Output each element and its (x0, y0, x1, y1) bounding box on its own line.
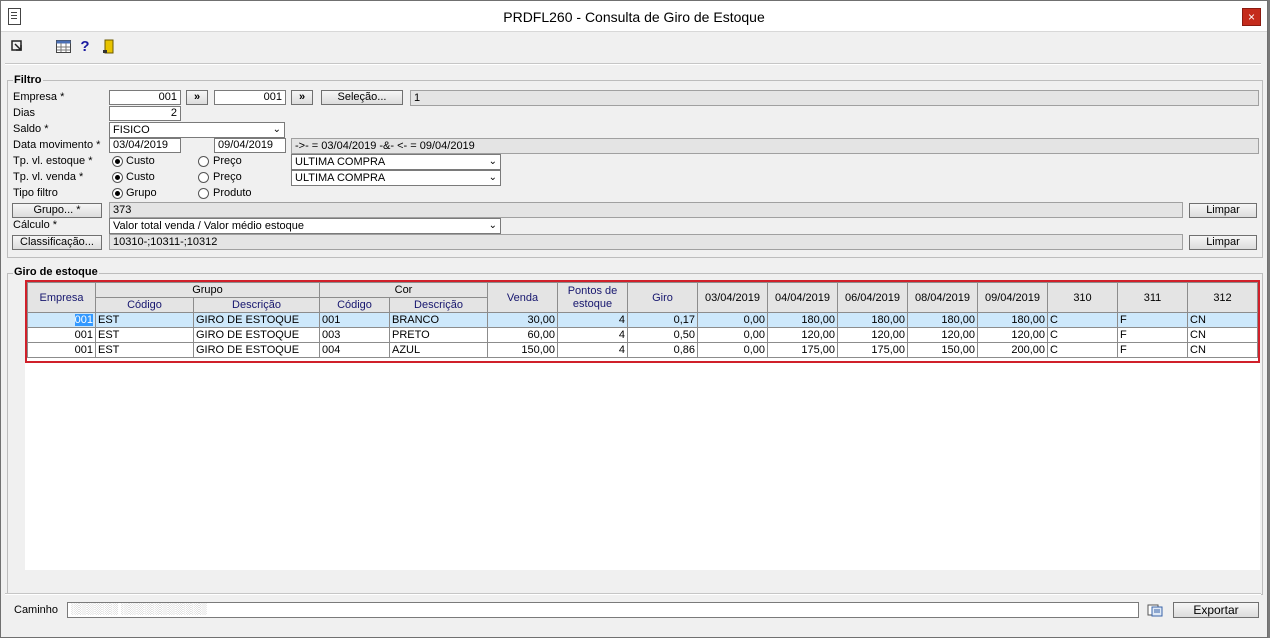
help-icon[interactable]: ? (77, 38, 93, 55)
main-window: PRDFL260 - Consulta de Giro de Estoque ×… (0, 0, 1268, 638)
calculo-label: Cálculo * (13, 219, 58, 231)
classificacao-button[interactable]: Classificação... (12, 235, 102, 250)
selecao-button[interactable]: Seleção... (321, 90, 403, 105)
tp-estoque-label: Tp. vl. estoque * (13, 155, 93, 167)
caminho-input[interactable]: ░░░░░░ ░░░░░░░░░░░ (67, 602, 1139, 618)
window-title: PRDFL260 - Consulta de Giro de Estoque (503, 9, 765, 25)
tipo-filtro-grupo-radio[interactable] (112, 188, 123, 199)
chevron-down-icon: ⌄ (488, 220, 497, 231)
tp-venda-custo-radio[interactable] (112, 172, 123, 183)
dias-label: Dias (13, 107, 36, 119)
tp-estoque-select[interactable]: ULTIMA COMPRA ⌄ (291, 154, 501, 170)
caminho-label: Caminho (14, 604, 59, 616)
calculo-select[interactable]: Valor total venda / Valor médio estoque … (109, 218, 501, 234)
tipo-filtro-grupo-label: Grupo (126, 187, 157, 199)
grid-icon[interactable] (55, 38, 71, 54)
browse-folder-icon[interactable] (1147, 602, 1163, 618)
tipo-filtro-produto-radio[interactable] (198, 188, 209, 199)
dias-input[interactable]: 2 (109, 106, 181, 121)
selecao-value: 1 (410, 90, 1259, 106)
toolbar-separator (5, 63, 1261, 65)
tp-estoque-custo-radio[interactable] (112, 156, 123, 167)
close-button[interactable]: × (1242, 8, 1261, 26)
tp-estoque-select-value: ULTIMA COMPRA (295, 156, 386, 168)
footer-separator (5, 593, 1261, 595)
grupo-value: 373 (109, 202, 1183, 218)
chevron-down-icon: ⌄ (488, 156, 497, 167)
tp-venda-select[interactable]: ULTIMA COMPRA ⌄ (291, 170, 501, 186)
highlight-frame (25, 280, 1260, 363)
tp-venda-preco-radio[interactable] (198, 172, 209, 183)
chevron-down-icon: ⌄ (272, 124, 281, 135)
tipo-filtro-label: Tipo filtro (13, 187, 58, 199)
exit-icon[interactable] (9, 38, 25, 54)
tp-estoque-preco-radio[interactable] (198, 156, 209, 167)
chevron-down-icon: ⌄ (488, 172, 497, 183)
giro-title: Giro de estoque (13, 266, 99, 278)
tp-venda-custo-label: Custo (126, 171, 155, 183)
empresa-from-input[interactable]: 001 (109, 90, 181, 105)
caminho-blurred-icon: ░░░░░░ ░░░░░░░░░░░ (71, 603, 207, 615)
tp-venda-select-value: ULTIMA COMPRA (295, 172, 386, 184)
door-exit-icon[interactable] (101, 38, 117, 54)
data-expression: ->- = 03/04/2019 -&- <- = 09/04/2019 (291, 138, 1259, 154)
toolbar: ? (1, 32, 1267, 60)
data-from-input[interactable]: 03/04/2019 (109, 138, 181, 153)
classificacao-limpar-button[interactable]: Limpar (1189, 235, 1257, 250)
tipo-filtro-produto-label: Produto (213, 187, 252, 199)
empresa-label: Empresa * (13, 91, 65, 103)
filter-title: Filtro (13, 74, 43, 86)
data-movimento-label: Data movimento * (13, 139, 101, 151)
tp-venda-preco-label: Preço (213, 171, 242, 183)
data-to-input[interactable]: 09/04/2019 (214, 138, 286, 153)
title-bar: PRDFL260 - Consulta de Giro de Estoque × (1, 1, 1267, 32)
grupo-limpar-button[interactable]: Limpar (1189, 203, 1257, 218)
saldo-label: Saldo * (13, 123, 49, 135)
tp-estoque-preco-label: Preço (213, 155, 242, 167)
calculo-select-value: Valor total venda / Valor médio estoque (113, 220, 304, 232)
tp-estoque-custo-label: Custo (126, 155, 155, 167)
empresa-range-button[interactable]: » (186, 90, 208, 105)
exportar-button[interactable]: Exportar (1173, 602, 1259, 618)
empresa-to-range-button[interactable]: » (291, 90, 313, 105)
saldo-select-value: FISICO (113, 124, 150, 136)
saldo-select[interactable]: FISICO ⌄ (109, 122, 285, 138)
classificacao-value: 10310-;10311-;10312 (109, 234, 1183, 250)
empresa-to-input[interactable]: 001 (214, 90, 286, 105)
tp-venda-label: Tp. vl. venda * (13, 171, 84, 183)
grupo-button[interactable]: Grupo... * (12, 203, 102, 218)
